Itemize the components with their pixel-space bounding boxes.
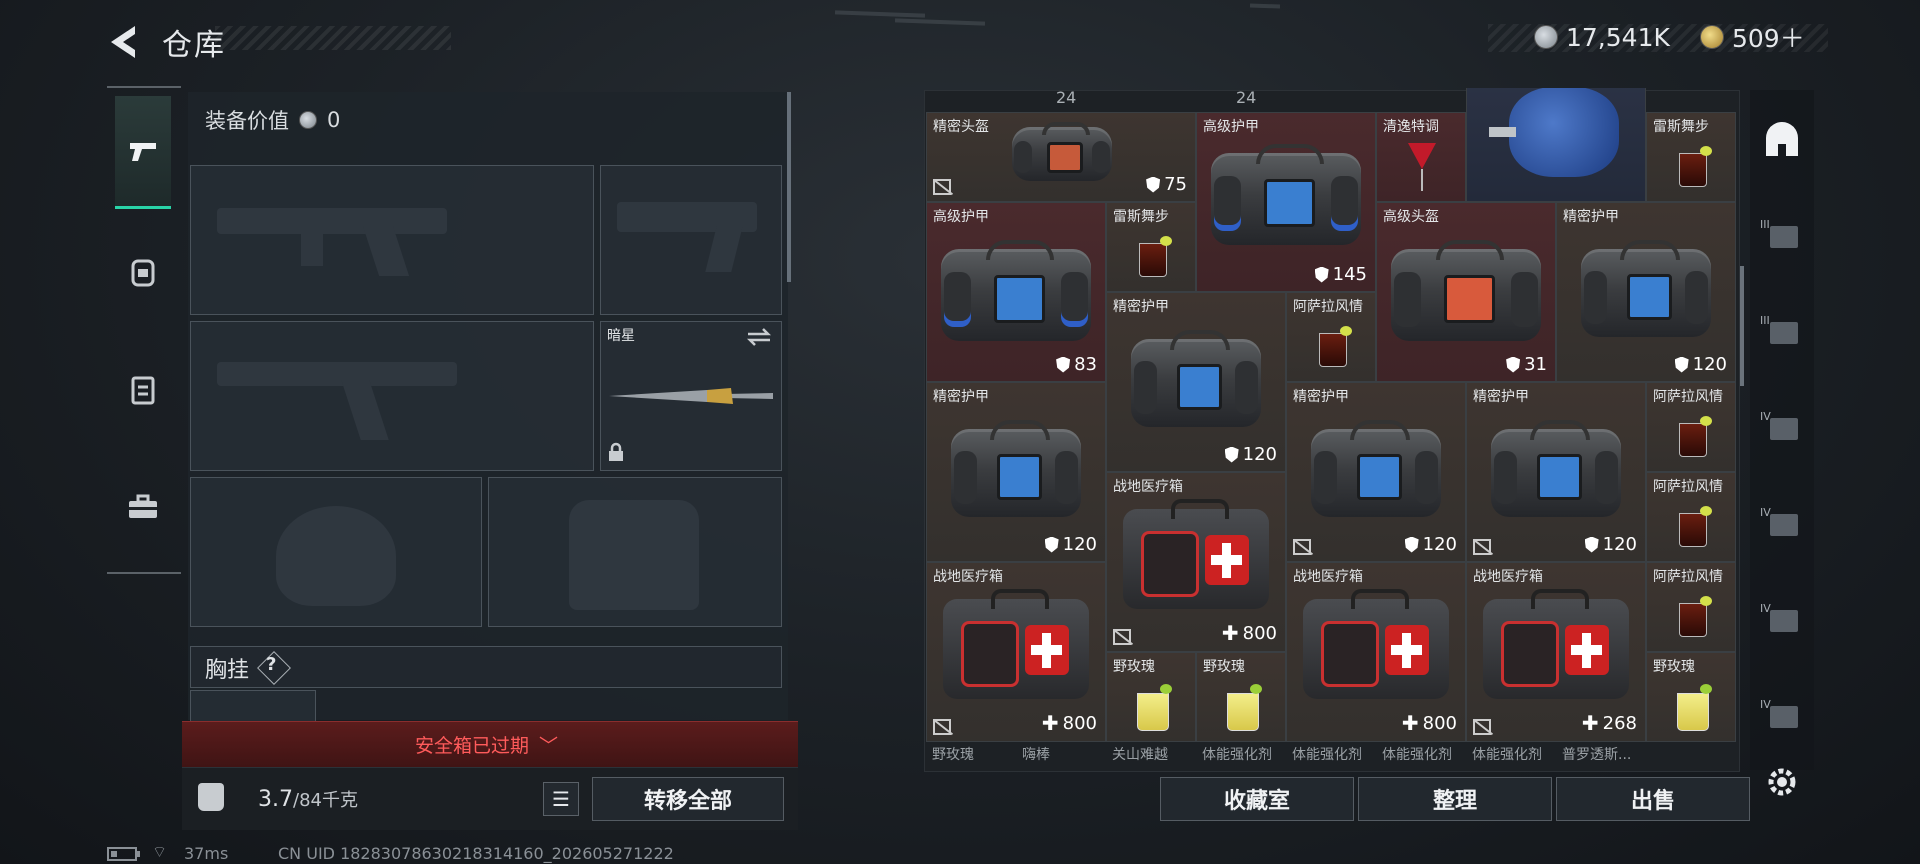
grid-item[interactable]: 野玫瑰 — [1106, 652, 1196, 742]
durability-icon — [1146, 176, 1161, 193]
tier-4-container-icon[interactable]: IV — [1760, 602, 1804, 636]
transfer-all-button[interactable]: 转移全部 — [592, 777, 784, 821]
equipment-value-label: 装备价值 — [205, 109, 289, 133]
list-view-button[interactable]: ☰ — [543, 782, 579, 816]
tier-3-container-icon[interactable]: III — [1760, 314, 1804, 348]
wifi-icon: ⌔ — [152, 842, 168, 861]
grid-item[interactable]: 精密护甲 120 — [1466, 382, 1646, 562]
uid: CN UID 1828307863021831416​0_20260527122… — [278, 844, 674, 863]
silver-currency: 17,541K — [1534, 22, 1670, 52]
grid-item[interactable]: 精密护甲 120 — [1556, 202, 1736, 382]
grid-item[interactable]: 野玫瑰 — [1646, 652, 1736, 742]
chest-rig-slot[interactable] — [190, 690, 316, 722]
helmet-slot[interactable] — [190, 477, 482, 627]
storage-home-icon[interactable] — [1762, 122, 1802, 162]
tier-4-container-icon[interactable]: IV — [1760, 506, 1804, 540]
backpack-icon — [131, 259, 155, 287]
knife-icon — [609, 388, 773, 404]
grid-item[interactable]: 战地医疗箱 ✚ 800 — [1106, 472, 1286, 652]
silver-coin-icon — [299, 111, 317, 129]
grid-item[interactable]: 高级头盔 31 — [1376, 202, 1556, 382]
ping: 37ms — [184, 844, 229, 863]
armor-slot[interactable] — [488, 477, 782, 627]
sell-button[interactable]: 出售 — [1556, 777, 1750, 821]
grid-item[interactable]: 精密护甲 120 — [926, 382, 1106, 562]
vest-icon — [131, 376, 155, 405]
chevron-down-icon: ﹀ — [539, 735, 559, 757]
secure-box-expired-alert: 安全箱已过期 ﹀ — [415, 735, 559, 757]
no-sell-icon — [933, 179, 951, 195]
primary-weapon-slot[interactable] — [190, 165, 594, 315]
grid-item[interactable]: 高级护甲 83 — [926, 202, 1106, 382]
gold-coin-icon — [1700, 25, 1724, 49]
grid-item[interactable]: 精密头盔 75 — [926, 112, 1196, 202]
weight-icon — [198, 783, 224, 811]
silver-coin-icon — [1534, 25, 1558, 49]
grid-item[interactable]: 精密护甲 120 — [1106, 292, 1286, 472]
equipment-scrollbar[interactable] — [787, 92, 791, 282]
grid-item[interactable]: 雷斯舞步 — [1646, 112, 1736, 202]
weight-readout: 3.7/84千克 — [258, 787, 358, 812]
title-decoration — [215, 26, 451, 50]
equipment-value-amount: 0 — [327, 108, 341, 132]
tab-vest[interactable] — [115, 334, 171, 444]
grid-item-label: 普罗透斯... — [1562, 747, 1632, 762]
swap-icon[interactable] — [746, 327, 772, 347]
melee-slot[interactable]: 暗星 — [600, 321, 782, 471]
gear-icon[interactable] — [1765, 765, 1799, 799]
grid-scrollbar[interactable] — [1740, 266, 1744, 386]
grid-item[interactable]: 战地医疗箱 ✚ 800 — [1286, 562, 1466, 742]
stack-count: 24 — [1056, 88, 1077, 107]
grid-item[interactable]: 战地医疗箱 ✚ 268 — [1466, 562, 1646, 742]
grid-item-label: 体能强化剂 — [1202, 747, 1272, 762]
grid-item[interactable]: 阿萨拉风情 — [1286, 292, 1376, 382]
silver-amount: 17,541K — [1566, 22, 1670, 52]
sort-button[interactable]: 整理 — [1358, 777, 1552, 821]
gold-amount: 509＋ — [1732, 24, 1805, 53]
toolbox-icon — [129, 494, 157, 518]
tier-4-container-icon[interactable]: IV — [1760, 698, 1804, 732]
grid-item-label: 关山难越 — [1112, 747, 1168, 762]
grid-item[interactable]: 野玫瑰 — [1196, 652, 1286, 742]
pistol-slot[interactable] — [600, 165, 782, 315]
grid-item[interactable]: 清逸特调 — [1376, 112, 1466, 202]
lock-icon — [609, 442, 623, 461]
tier-3-container-icon[interactable]: III — [1760, 218, 1804, 252]
grid-item-label: 体能强化剂 — [1382, 747, 1452, 762]
grid-item-label: 嗨棒 — [1022, 747, 1050, 762]
pistol-icon — [130, 143, 156, 161]
grid-item-label: 野玫瑰 — [932, 747, 974, 762]
tab-supplies[interactable] — [115, 452, 171, 562]
grid-item-label: 体能强化剂 — [1292, 747, 1362, 762]
tab-weapons[interactable] — [115, 96, 171, 209]
stack-count: 24 — [1236, 88, 1257, 107]
grid-item[interactable]: 高级护甲 145 — [1196, 112, 1376, 292]
grid-item[interactable] — [1466, 88, 1646, 202]
chest-rig-label: 胸挂 — [205, 658, 250, 683]
help-text: ? — [266, 654, 277, 675]
grid-item[interactable]: 阿萨拉风情 — [1646, 562, 1736, 652]
inventory-grid: 24 24 精密头盔 75 高级护甲 145 清逸特调 雷斯舞步 高级护甲 83… — [926, 88, 1739, 762]
page-title: 仓库 — [162, 28, 226, 63]
grid-item[interactable]: 阿萨拉风情 — [1646, 382, 1736, 472]
tab-gear[interactable] — [115, 216, 171, 326]
tier-4-container-icon[interactable]: IV — [1760, 410, 1804, 444]
grid-item[interactable]: 阿萨拉风情 — [1646, 472, 1736, 562]
battery-icon — [107, 847, 140, 861]
left-category-rail — [107, 86, 181, 574]
melee-name: 暗星 — [607, 328, 635, 344]
grid-item[interactable]: 精密护甲 120 — [1286, 382, 1466, 562]
equipment-value: 装备价值 0 — [205, 105, 340, 135]
secondary-weapon-slot[interactable] — [190, 321, 594, 471]
grid-item[interactable]: 战地医疗箱 ✚ 800 — [926, 562, 1106, 742]
collection-room-button[interactable]: 收藏室 — [1160, 777, 1354, 821]
grid-item-label: 体能强化剂 — [1472, 747, 1542, 762]
grid-item[interactable]: 雷斯舞步 — [1106, 202, 1196, 292]
back-arrow-icon[interactable] — [105, 22, 145, 62]
gold-currency[interactable]: 509＋ — [1700, 22, 1805, 53]
